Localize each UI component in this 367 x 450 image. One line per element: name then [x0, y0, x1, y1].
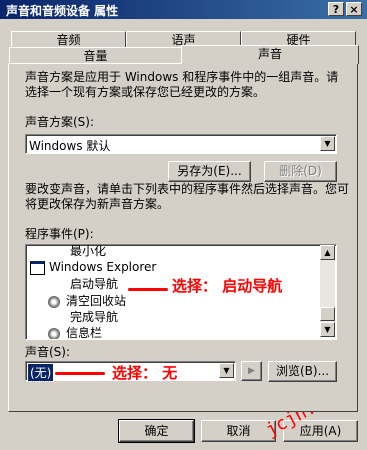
sounds-panel: 声音方案是应用于 Windows 和程序事件中的一组声音。请选择一个现有方案或保…: [8, 63, 358, 412]
list-item-startup-nav[interactable]: 启动导航: [70, 276, 118, 292]
play-button[interactable]: ▶: [241, 361, 262, 381]
delete-button[interactable]: 删除(D): [264, 161, 337, 182]
window-icon: [30, 260, 45, 275]
scheme-dropdown[interactable]: Windows 默认 ▼: [25, 134, 337, 154]
tab-sounds[interactable]: 声音: [181, 45, 359, 64]
chevron-down-icon[interactable]: ▼: [219, 363, 234, 378]
speaker-icon: [48, 295, 60, 308]
tab-audio[interactable]: 音频: [11, 31, 126, 47]
title-bar: 声音和音频设备 属性 ? ×: [0, 0, 367, 19]
chevron-down-icon[interactable]: ▼: [320, 136, 335, 151]
scroll-thumb[interactable]: [320, 307, 335, 321]
events-annotation: 选择： 启动导航: [172, 277, 283, 295]
sound-value: (无): [26, 363, 55, 382]
sound-annotation: 选择： 无: [112, 364, 178, 382]
tab-volume[interactable]: 音量: [9, 47, 182, 63]
ok-button[interactable]: 确定: [118, 419, 195, 443]
browse-button[interactable]: 浏览(B)...: [268, 361, 337, 382]
events-description: 要改变声音，请单击下列表中的程序事件然后选择声音。您可将更改保存为新声音方案。: [25, 182, 350, 211]
list-item[interactable]: 最小化: [70, 245, 106, 259]
list-item[interactable]: 清空回收站: [48, 293, 126, 309]
speaker-icon: [48, 327, 60, 339]
events-label: 程序事件(P):: [25, 227, 94, 241]
play-icon: ▶: [248, 366, 255, 376]
list-item[interactable]: 信息栏: [48, 325, 102, 339]
annotation-line: [55, 372, 105, 375]
scroll-up-icon[interactable]: ▲: [320, 245, 335, 260]
help-button[interactable]: ?: [328, 2, 344, 16]
list-item[interactable]: Windows Explorer: [30, 259, 156, 275]
scheme-description: 声音方案是应用于 Windows 和程序事件中的一组声音。请选择一个现有方案或保…: [25, 70, 339, 99]
sound-label: 声音(S):: [25, 345, 71, 359]
scroll-down-icon[interactable]: ▼: [320, 322, 335, 337]
close-button[interactable]: ×: [346, 2, 362, 16]
annotation-line: [128, 288, 168, 291]
window-title: 声音和音频设备 属性: [6, 4, 119, 18]
scheme-value: Windows 默认: [29, 139, 111, 153]
scheme-label: 声音方案(S):: [25, 115, 95, 129]
events-scrollbar[interactable]: ▲ ▼: [320, 245, 335, 337]
list-item[interactable]: 完成导航: [70, 309, 118, 325]
save-as-button[interactable]: 另存为(E)...: [168, 161, 251, 182]
